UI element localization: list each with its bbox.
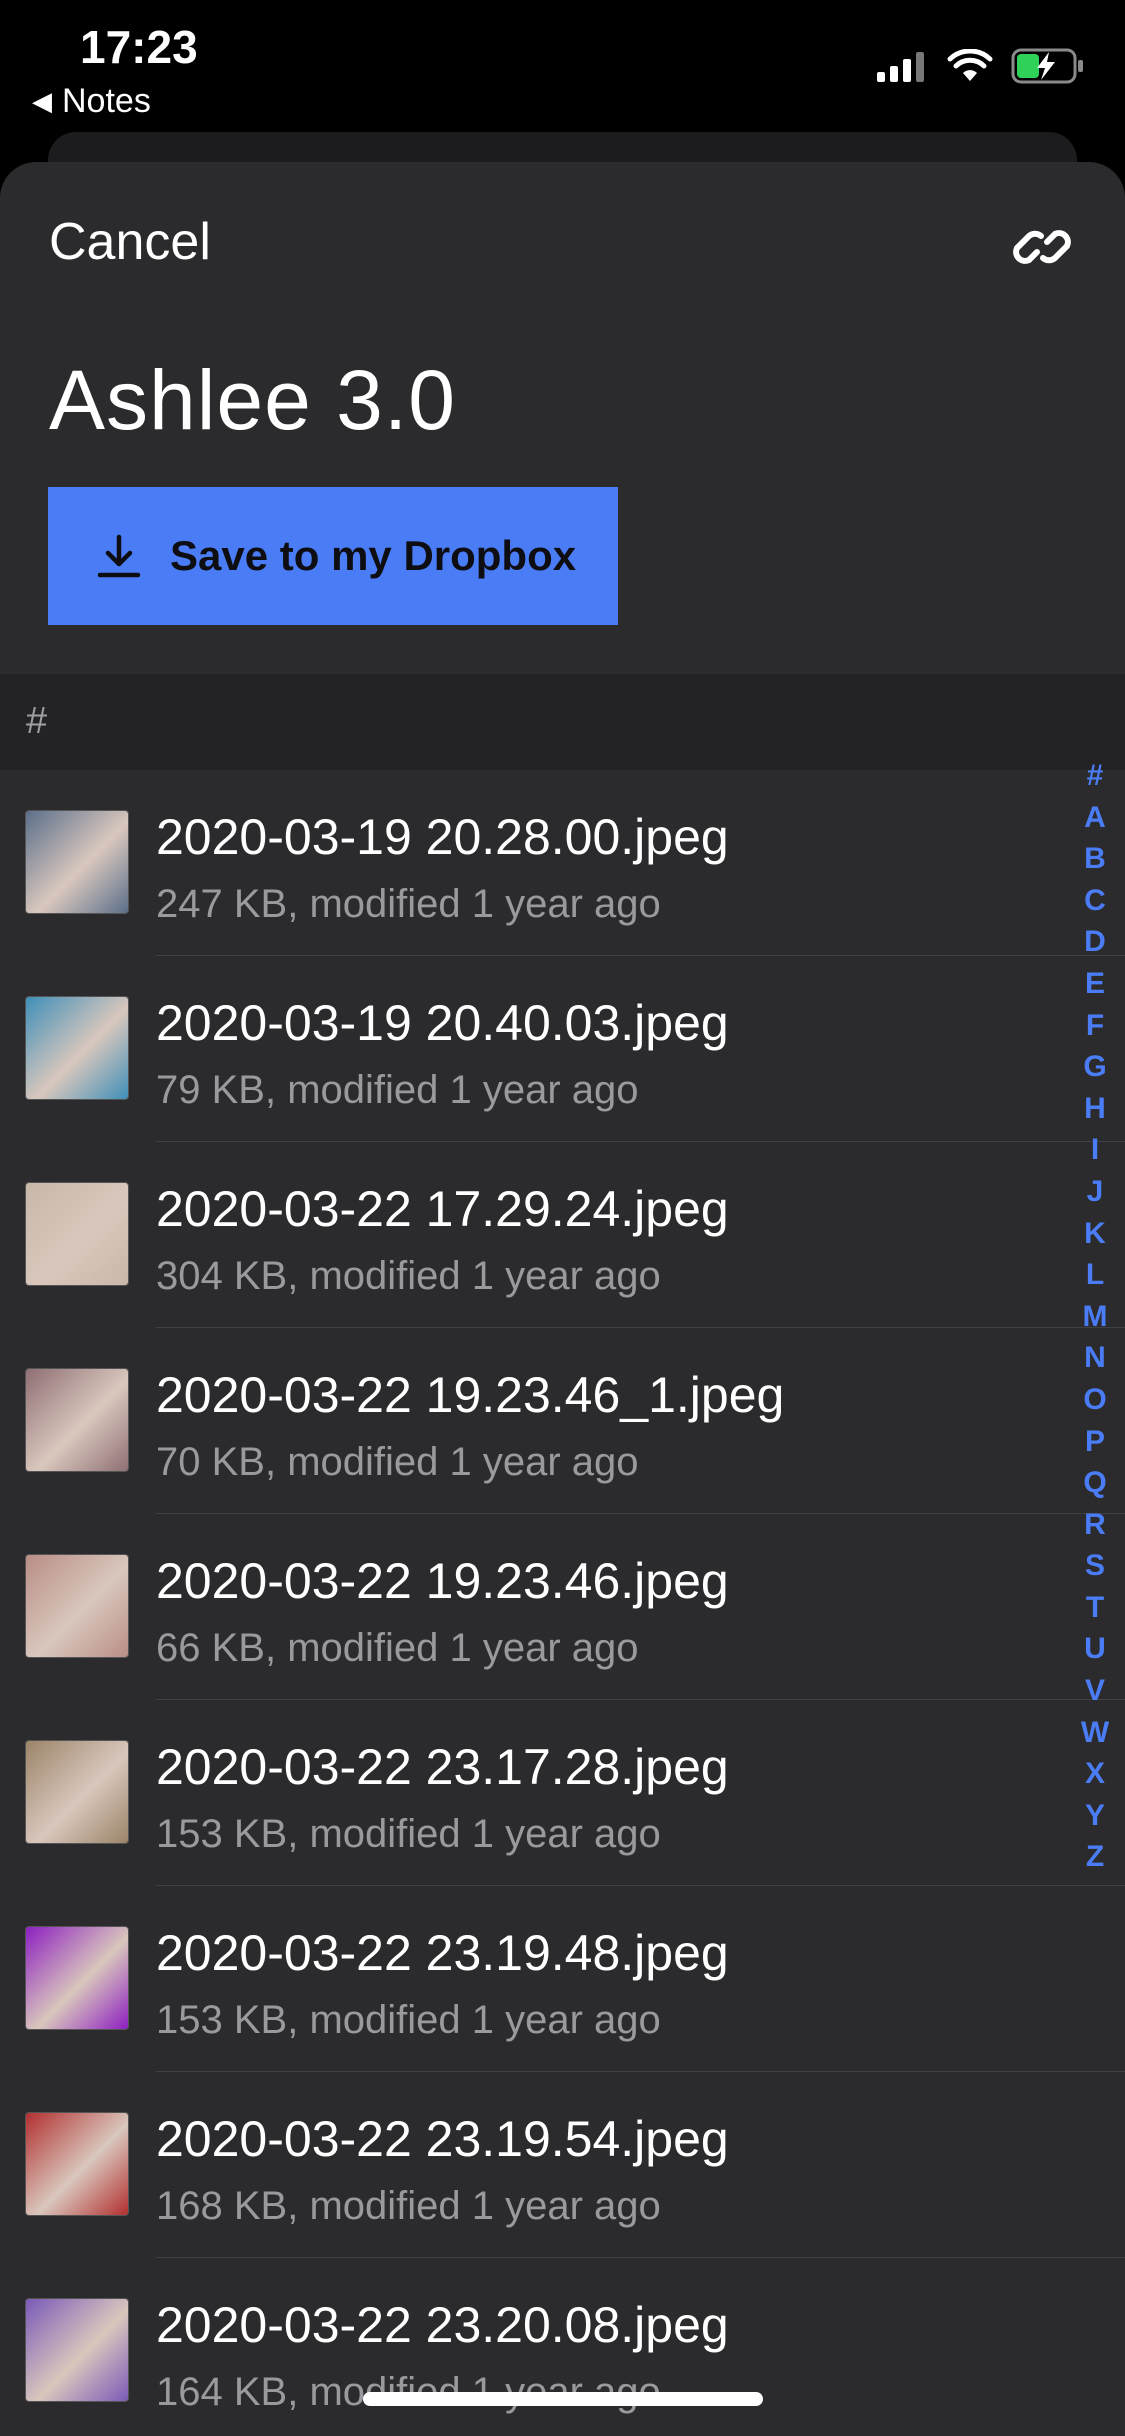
index-letter[interactable]: K [1084, 1213, 1106, 1255]
index-letter[interactable]: L [1086, 1254, 1104, 1296]
index-letter[interactable]: C [1084, 880, 1106, 922]
link-icon[interactable] [1007, 212, 1077, 282]
index-letter[interactable]: B [1084, 838, 1106, 880]
file-name: 2020-03-19 20.28.00.jpeg [156, 809, 729, 865]
section-header-label: # [26, 700, 48, 742]
cellular-signal-icon [877, 52, 924, 82]
file-name: 2020-03-22 17.29.24.jpeg [156, 1181, 729, 1237]
index-letter[interactable]: R [1084, 1504, 1106, 1546]
save-button-label: Save to my Dropbox [170, 532, 577, 579]
file-row[interactable]: 2020-03-22 23.20.08.jpeg 164 KB, modifie… [0, 2258, 1125, 2436]
file-name: 2020-03-22 19.23.46_1.jpeg [156, 1367, 785, 1423]
file-row[interactable]: 2020-03-22 19.23.46.jpeg 66 KB, modified… [0, 1514, 1125, 1700]
file-meta: 304 KB, modified 1 year ago [156, 1254, 661, 1298]
file-name: 2020-03-22 19.23.46.jpeg [156, 1553, 729, 1609]
file-thumbnail [25, 810, 129, 914]
index-letter[interactable]: A [1084, 797, 1106, 839]
file-name: 2020-03-22 23.19.54.jpeg [156, 2111, 729, 2167]
index-letter[interactable]: J [1087, 1171, 1104, 1213]
back-link-label: Notes [62, 82, 151, 120]
file-name: 2020-03-22 23.20.08.jpeg [156, 2297, 729, 2353]
index-letter[interactable]: G [1083, 1046, 1106, 1088]
file-thumbnail [25, 1368, 129, 1472]
file-meta: 153 KB, modified 1 year ago [156, 1998, 661, 2042]
battery-charging-icon [1011, 48, 1083, 84]
index-letter[interactable]: F [1086, 1005, 1104, 1047]
home-indicator [363, 2392, 763, 2406]
shared-folder-sheet: Cancel Ashlee 3.0 Save to my Dropbox # 2… [0, 162, 1125, 2436]
file-name: 2020-03-22 23.17.28.jpeg [156, 1739, 729, 1795]
index-letter[interactable]: E [1085, 963, 1105, 1005]
index-letter[interactable]: S [1085, 1545, 1105, 1587]
index-letter[interactable]: H [1084, 1088, 1106, 1130]
file-meta: 168 KB, modified 1 year ago [156, 2184, 661, 2228]
index-letter[interactable]: W [1081, 1712, 1109, 1754]
download-icon [97, 534, 141, 578]
file-thumbnail [25, 1926, 129, 2030]
cancel-button[interactable]: Cancel [49, 212, 211, 272]
file-thumbnail [25, 2298, 129, 2402]
file-thumbnail [25, 996, 129, 1100]
index-letter[interactable]: Q [1083, 1462, 1106, 1504]
index-letter[interactable]: O [1083, 1379, 1106, 1421]
index-letter[interactable]: I [1091, 1129, 1099, 1171]
file-row[interactable]: 2020-03-22 17.29.24.jpeg 304 KB, modifie… [0, 1142, 1125, 1328]
folder-title: Ashlee 3.0 [49, 353, 456, 447]
file-thumbnail [25, 2112, 129, 2216]
index-letter[interactable]: P [1085, 1421, 1105, 1463]
index-letter[interactable]: M [1083, 1296, 1108, 1338]
file-row[interactable]: 2020-03-19 20.40.03.jpeg 79 KB, modified… [0, 956, 1125, 1142]
file-meta: 70 KB, modified 1 year ago [156, 1440, 639, 1484]
status-icons [877, 48, 1085, 84]
file-name: 2020-03-22 23.19.48.jpeg [156, 1925, 729, 1981]
index-letter[interactable]: V [1085, 1670, 1105, 1712]
file-meta: 66 KB, modified 1 year ago [156, 1626, 639, 1670]
index-letter[interactable]: Y [1085, 1795, 1105, 1837]
index-letter[interactable]: # [1087, 755, 1104, 797]
index-letter[interactable]: N [1084, 1337, 1106, 1379]
alphabet-index[interactable]: # A B C D E F G H I J K L M N O P Q R S T U V W X Y Z [1075, 755, 1115, 1878]
status-time: 17:23 [80, 21, 198, 73]
file-meta: 247 KB, modified 1 year ago [156, 882, 661, 926]
file-row[interactable]: 2020-03-22 23.17.28.jpeg 153 KB, modifie… [0, 1700, 1125, 1886]
index-letter[interactable]: X [1085, 1753, 1105, 1795]
file-row[interactable]: 2020-03-22 19.23.46_1.jpeg 70 KB, modifi… [0, 1328, 1125, 1514]
file-meta: 153 KB, modified 1 year ago [156, 1812, 661, 1856]
wifi-icon [947, 49, 993, 81]
file-thumbnail [25, 1740, 129, 1844]
file-list: 2020-03-19 20.28.00.jpeg 247 KB, modifie… [0, 770, 1125, 2436]
back-to-notes-link[interactable]: ◀ Notes [32, 82, 151, 121]
index-letter[interactable]: T [1086, 1587, 1104, 1629]
section-header: # [0, 674, 1125, 770]
status-bar: 17:23 ◀ Notes [0, 0, 1125, 130]
index-letter[interactable]: Z [1086, 1836, 1104, 1878]
file-row[interactable]: 2020-03-22 23.19.48.jpeg 153 KB, modifie… [0, 1886, 1125, 2072]
file-meta: 79 KB, modified 1 year ago [156, 1068, 639, 1112]
file-row[interactable]: 2020-03-19 20.28.00.jpeg 247 KB, modifie… [0, 770, 1125, 956]
index-letter[interactable]: D [1084, 921, 1106, 963]
index-letter[interactable]: U [1084, 1628, 1106, 1670]
save-to-dropbox-button[interactable]: Save to my Dropbox [48, 487, 618, 625]
file-thumbnail [25, 1182, 129, 1286]
back-triangle-icon: ◀ [32, 86, 52, 116]
file-name: 2020-03-19 20.40.03.jpeg [156, 995, 729, 1051]
file-thumbnail [25, 1554, 129, 1658]
file-row[interactable]: 2020-03-22 23.19.54.jpeg 168 KB, modifie… [0, 2072, 1125, 2258]
